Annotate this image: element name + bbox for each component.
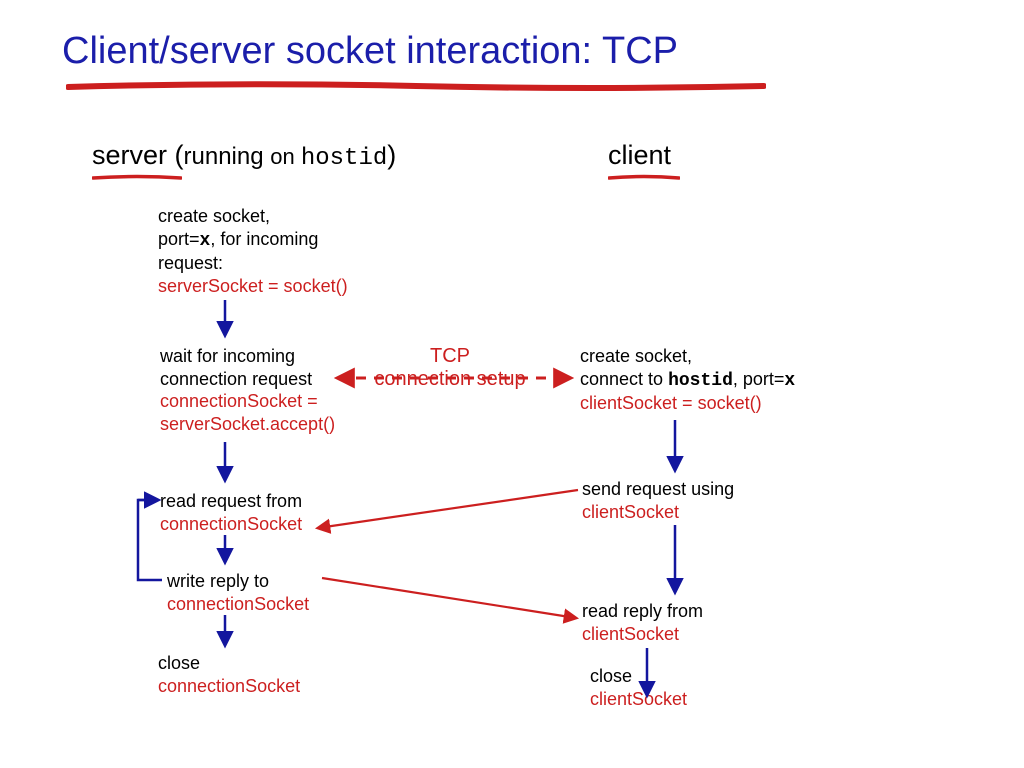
s2-code-l1: connectionSocket = (160, 391, 318, 411)
s2-line1: wait for incoming (160, 346, 295, 366)
arrow-send-to-read (318, 490, 578, 528)
server-header-word: server (92, 140, 167, 170)
server-header-paren-close: ) (387, 140, 396, 170)
c4-code: clientSocket (590, 689, 687, 709)
client-column-header: client (608, 140, 671, 171)
server-header-hostid: hostid (301, 145, 387, 172)
c2-line1: send request using (582, 479, 734, 499)
server-step-close: close connectionSocket (158, 652, 300, 697)
s4-code: connectionSocket (167, 594, 309, 614)
slide: Client/server socket interaction: TCP se… (0, 0, 1024, 768)
s3-line1: read request from (160, 491, 302, 511)
s1-line3: request: (158, 253, 223, 273)
c3-code: clientSocket (582, 624, 679, 644)
s5-line1: close (158, 653, 200, 673)
tcp-line2: connection setup (374, 368, 525, 390)
client-step-read: read reply from clientSocket (582, 600, 703, 645)
server-column-header: server (running on hostid) (92, 140, 396, 172)
s3-code: connectionSocket (160, 514, 302, 534)
server-step-wait: wait for incoming connection request con… (160, 345, 335, 435)
server-step-create-socket: create socket, port=x, for incoming requ… (158, 205, 348, 297)
server-step-write: write reply to connectionSocket (167, 570, 309, 615)
c1-line2c: , port= (733, 369, 785, 389)
c1-line2b: hostid (668, 371, 733, 391)
client-step-close: close clientSocket (590, 665, 687, 710)
s1-code: serverSocket = socket() (158, 276, 348, 296)
title-underline (66, 80, 766, 94)
s1-line2b: x (200, 231, 211, 251)
arrow-write-to-readreply (322, 578, 576, 618)
loop-bracket (138, 500, 162, 580)
client-step-send: send request using clientSocket (582, 478, 734, 523)
s1-line1: create socket, (158, 206, 270, 226)
c3-line1: read reply from (582, 601, 703, 621)
page-title: Client/server socket interaction: TCP (62, 30, 678, 73)
client-header-underline (608, 174, 680, 182)
s2-line2: connection request (160, 369, 312, 389)
server-header-on: on (270, 144, 301, 169)
c4-line1: close (590, 666, 632, 686)
s1-line2a: port= (158, 229, 200, 249)
c1-line2d: x (784, 371, 795, 391)
s4-line1: write reply to (167, 571, 269, 591)
s2-code-l2: serverSocket.accept() (160, 414, 335, 434)
s1-line2c: , for incoming (210, 229, 318, 249)
server-header-running: running (184, 143, 271, 170)
server-header-underline (92, 174, 182, 182)
tcp-connection-label: TCP connection setup (350, 345, 550, 391)
c2-code: clientSocket (582, 502, 679, 522)
c1-code: clientSocket = socket() (580, 393, 762, 413)
tcp-line1: TCP (430, 345, 470, 367)
server-step-read: read request from connectionSocket (160, 490, 302, 535)
c1-line1: create socket, (580, 346, 692, 366)
c1-line2a: connect to (580, 369, 668, 389)
s5-code: connectionSocket (158, 676, 300, 696)
server-header-paren-open: ( (167, 140, 184, 170)
client-step-create-socket: create socket, connect to hostid, port=x… (580, 345, 795, 415)
